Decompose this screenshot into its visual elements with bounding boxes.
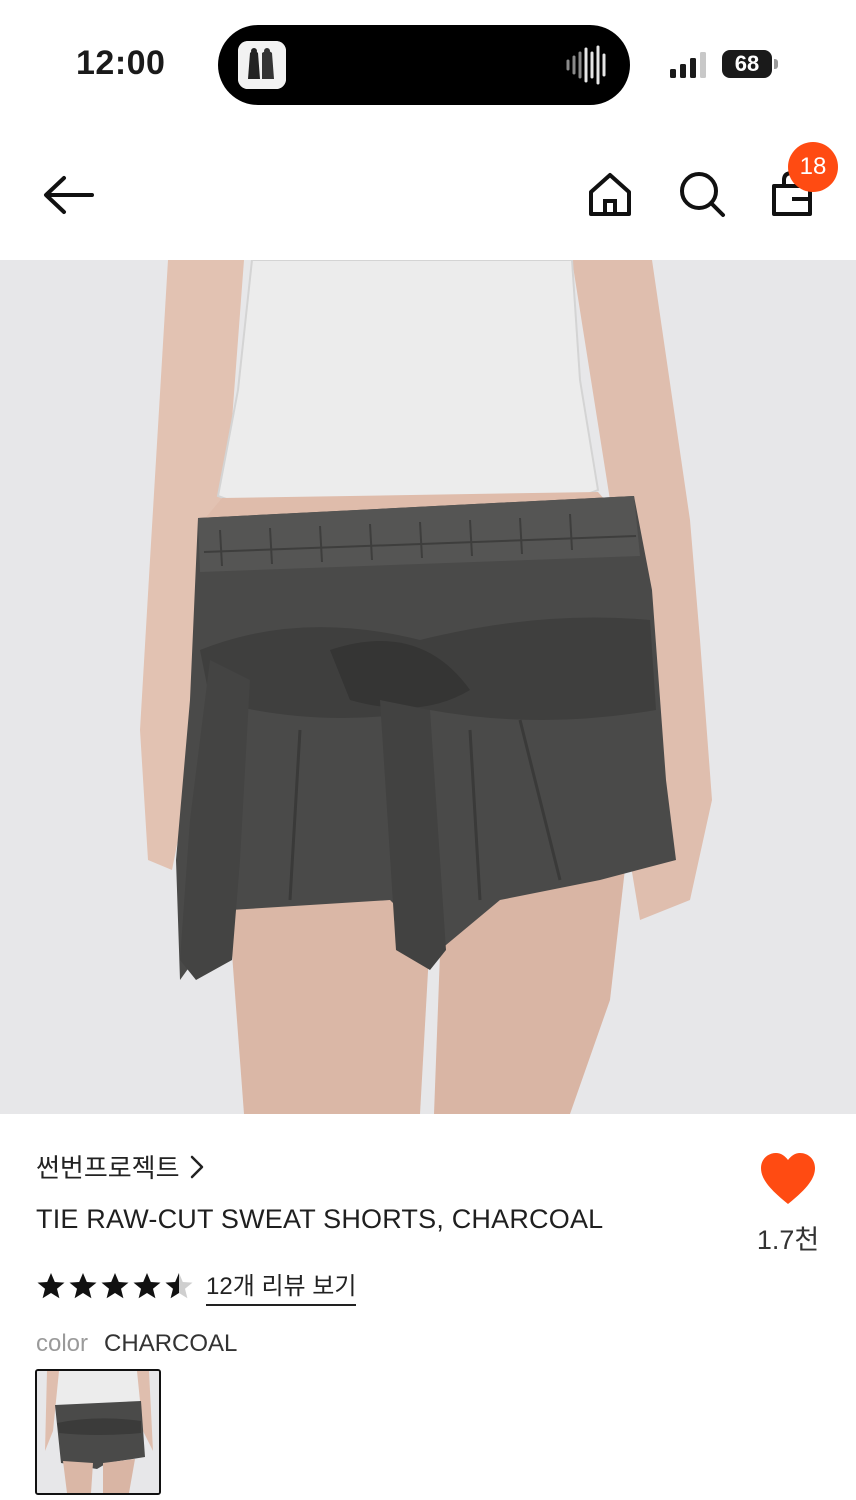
rating-stars (36, 1271, 194, 1301)
star-full-icon (37, 1273, 65, 1299)
like-count: 1.7천 (756, 1225, 820, 1255)
app-header (0, 140, 856, 250)
swatch-thumbnail (37, 1371, 159, 1493)
star-half-icon (165, 1273, 193, 1299)
brand-name: 썬번프로젝트 (36, 1153, 180, 1183)
product-image[interactable] (0, 260, 856, 1114)
search-icon (680, 172, 725, 217)
review-link[interactable]: 12개 리뷰 보기 (206, 1266, 357, 1306)
color-swatch-charcoal[interactable] (35, 1369, 161, 1495)
rating-row: 12개 리뷰 보기 (36, 1266, 357, 1306)
like-button[interactable] (758, 1150, 818, 1210)
status-time: 12:00 (76, 44, 166, 82)
battery-icon: 68 (722, 50, 778, 78)
color-value: CHARCOAL (104, 1330, 238, 1357)
color-row: color CHARCOAL (36, 1330, 237, 1358)
back-button[interactable] (40, 170, 100, 220)
brand-link[interactable]: 썬번프로젝트 (36, 1148, 204, 1185)
signal-icon (670, 52, 710, 78)
search-button[interactable] (676, 168, 728, 220)
back-arrow-icon (44, 176, 94, 214)
waveform-icon (564, 43, 608, 87)
now-playing-thumbnail (238, 41, 286, 89)
product-photo (0, 260, 856, 1114)
product-title: TIE RAW-CUT SWEAT SHORTS, CHARCOAL (36, 1204, 604, 1234)
color-label: color (36, 1330, 89, 1357)
star-full-icon (69, 1273, 97, 1299)
status-bar: 12:00 68 (0, 0, 856, 120)
dynamic-island[interactable] (218, 25, 630, 105)
home-icon (589, 173, 631, 216)
star-full-icon (101, 1273, 129, 1299)
home-button[interactable] (584, 168, 636, 220)
battery-level: 68 (722, 50, 772, 78)
heart-icon (761, 1153, 815, 1204)
chevron-right-icon (190, 1155, 203, 1178)
star-full-icon (133, 1273, 161, 1299)
cart-count-badge[interactable]: 18 (788, 142, 838, 192)
